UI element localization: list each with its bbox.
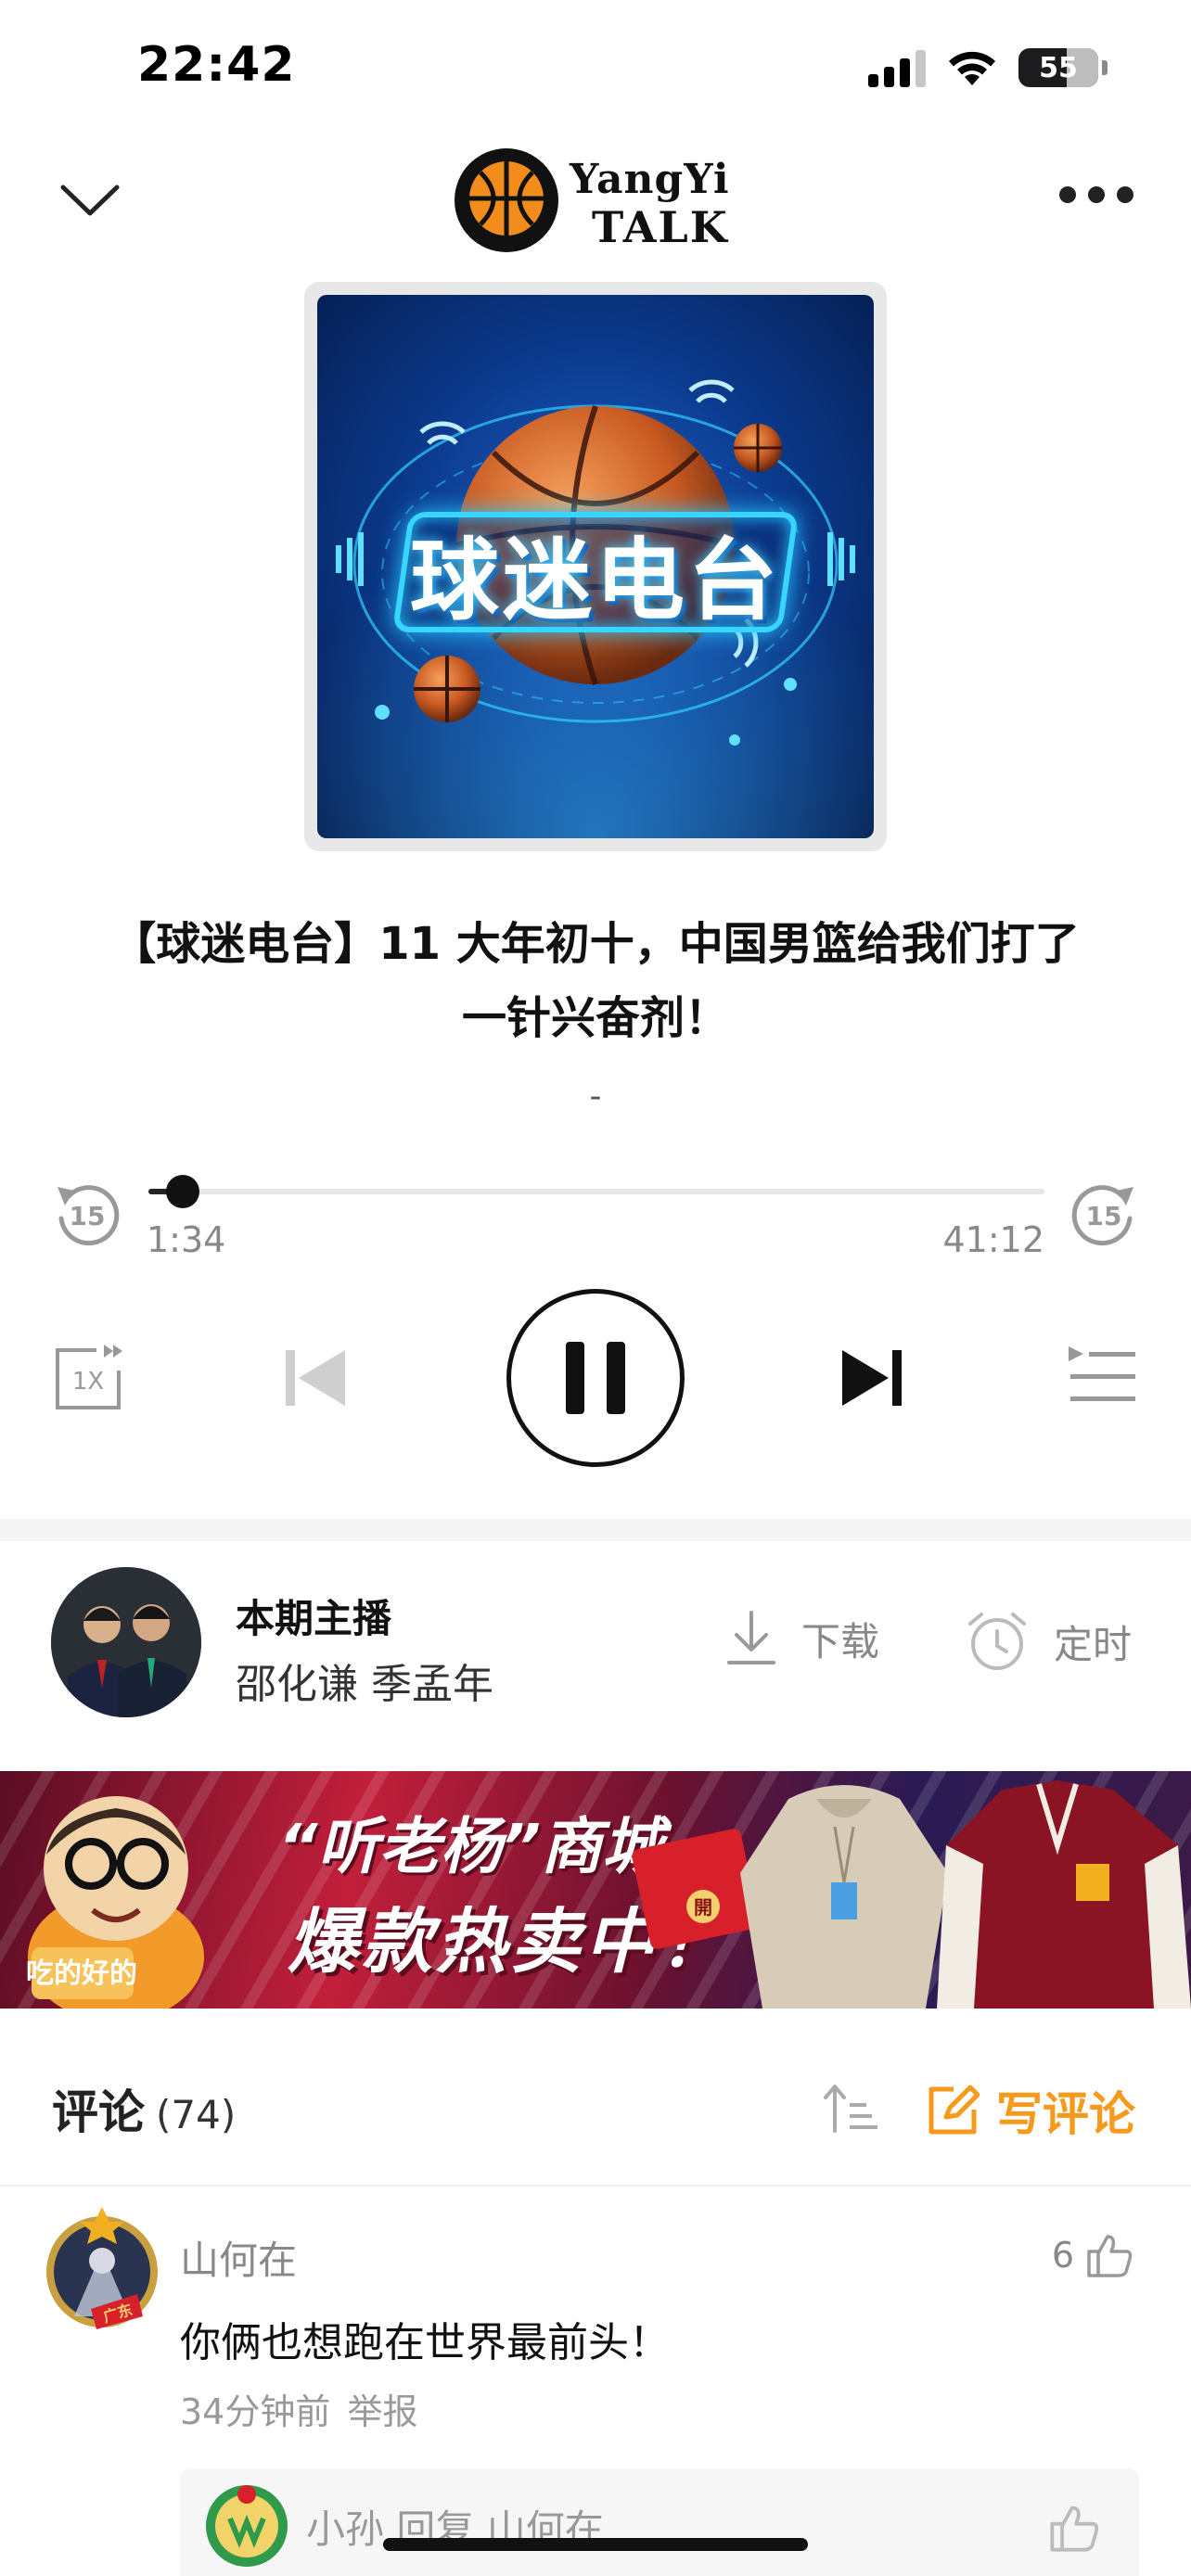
- episode-title-line1: 【球迷电台】11 大年初十，中国男篮给我们打了: [111, 918, 1080, 970]
- battery-level: 55: [1039, 51, 1078, 84]
- cover-title: 球迷电台: [410, 528, 781, 632]
- status-icons: 55: [868, 48, 1108, 87]
- sleep-timer-button[interactable]: 定时: [965, 1609, 1132, 1674]
- mascot-image: 吃的好的: [26, 1796, 204, 2009]
- section-separator: [0, 1519, 1191, 1541]
- skip-next-icon: [842, 1350, 902, 1406]
- forward-15-icon: 15: [1071, 1185, 1133, 1246]
- varsity-jacket-image: [937, 1780, 1191, 2009]
- host-avatar[interactable]: [51, 1567, 201, 1717]
- envelope-text: 開: [694, 1896, 712, 1919]
- download-icon: [727, 1611, 775, 1664]
- timer-label: 定时: [1054, 1621, 1133, 1667]
- comment-avatar[interactable]: 广东: [37, 2205, 167, 2335]
- skip-back-seconds: 15: [70, 1201, 106, 1231]
- rewind-15-icon: 15: [58, 1185, 120, 1246]
- progress-bar[interactable]: [148, 1175, 1044, 1208]
- reply-preview[interactable]: 小孙 回复 山何在: [180, 2468, 1139, 2576]
- host-names: 邵化谦 季孟年: [236, 1661, 493, 1708]
- host-label: 本期主播: [236, 1596, 392, 1641]
- reply-avatar: [206, 2485, 288, 2567]
- episode-subtitle: -: [589, 1078, 602, 1116]
- skip-back-15-button[interactable]: 15: [52, 1180, 122, 1250]
- episode-title: 【球迷电台】11 大年初十，中国男篮给我们打了 一针兴奋剂！: [56, 907, 1135, 1055]
- pause-icon-right: [607, 1342, 625, 1414]
- comments-title: 评论: [52, 2085, 145, 2139]
- pause-button[interactable]: [506, 1289, 685, 1467]
- progress-knob[interactable]: [165, 1175, 199, 1208]
- wifi-icon: [949, 51, 995, 85]
- logo-text-line2: TALK: [592, 202, 729, 252]
- thumbs-up-icon: [1087, 2235, 1133, 2277]
- download-label: 下载: [801, 1618, 880, 1664]
- comments-count: (74): [156, 2092, 237, 2137]
- comments-divider: [0, 2185, 1191, 2187]
- total-time: 41:12: [942, 1219, 1044, 1260]
- comment-like-count: 6: [1051, 2235, 1074, 2276]
- playlist-button[interactable]: [1065, 1343, 1139, 1411]
- write-comment-label: 写评论: [996, 2087, 1135, 2141]
- home-indicator[interactable]: [383, 2538, 808, 2551]
- speed-label: 1X: [72, 1368, 104, 1396]
- app-logo: YangYi TALK: [453, 147, 749, 258]
- cellular-signal-icon: [868, 48, 926, 87]
- comment-meta: 34分钟前 举报: [180, 2383, 417, 2434]
- write-comment-button[interactable]: 写评论: [926, 2077, 1135, 2144]
- sort-comments-button[interactable]: [822, 2081, 881, 2136]
- hosts-photo: [51, 1567, 201, 1717]
- user-avatar-image: 广东: [46, 2207, 158, 2329]
- alarm-clock-icon: [968, 1613, 1026, 1670]
- comments-heading: 评论 (74): [52, 2075, 236, 2142]
- report-link[interactable]: 举报: [347, 2391, 417, 2432]
- current-time: 1:34: [147, 1219, 226, 1260]
- podcast-cover-art: 球迷电台: [317, 295, 874, 838]
- skip-forward-15-button[interactable]: 15: [1069, 1180, 1139, 1250]
- cover-frame: 球迷电台: [304, 282, 887, 851]
- pause-icon-left: [566, 1342, 584, 1414]
- skip-previous-icon: [286, 1350, 345, 1406]
- playback-speed-button[interactable]: 1X: [52, 1339, 126, 1413]
- cover-title-box: 球迷电台: [391, 512, 800, 632]
- comment-text: 你俩也想跑在世界最前头！: [180, 2319, 670, 2366]
- playlist-icon: [1069, 1346, 1135, 1401]
- battery-icon: 55: [1018, 48, 1098, 87]
- edit-icon: [928, 2085, 980, 2135]
- mascot-text: 吃的好的: [26, 1958, 137, 1990]
- status-time: 22:42: [137, 37, 296, 93]
- next-episode-button[interactable]: [839, 1345, 905, 1411]
- more-options-icon[interactable]: [1059, 176, 1133, 213]
- download-button[interactable]: 下载: [725, 1609, 879, 1668]
- collapse-chevron-down-icon[interactable]: [58, 176, 122, 223]
- comment-like-button[interactable]: 6: [1052, 2233, 1133, 2277]
- sort-icon: [824, 2085, 877, 2133]
- skip-forward-seconds: 15: [1086, 1201, 1122, 1231]
- logo-text-line1: YangYi: [570, 156, 730, 203]
- basketball-logo-icon: [455, 148, 558, 252]
- reply-thumbs-up-icon[interactable]: [1048, 2502, 1100, 2554]
- shop-banner[interactable]: 吃的好的 “听老杨”商城 爆款热卖中！ 開: [0, 1771, 1191, 2009]
- banner-headline: “听老杨”商城: [278, 1811, 664, 1882]
- status-bar: 22:42 55: [0, 0, 1191, 139]
- speed-icon: 1X: [56, 1345, 122, 1409]
- hoodie-image: [740, 1785, 948, 2009]
- comment-username[interactable]: 山何在: [180, 2229, 297, 2286]
- previous-episode-button[interactable]: [282, 1345, 349, 1411]
- episode-title-line2: 一针兴奋剂！: [461, 992, 729, 1044]
- comment-time: 34分钟前: [180, 2391, 331, 2432]
